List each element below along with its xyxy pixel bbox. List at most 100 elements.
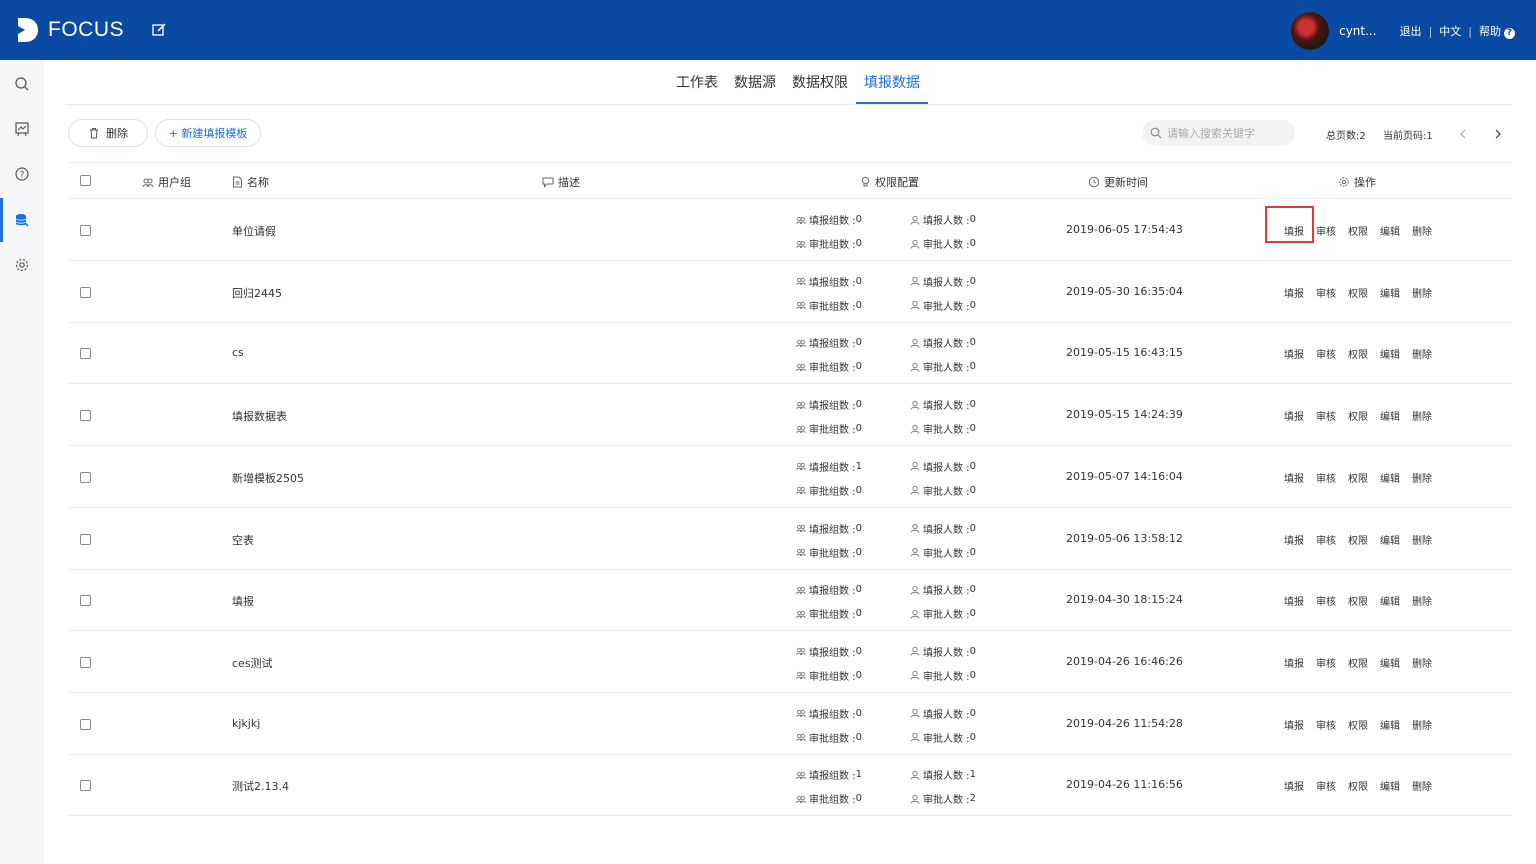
approve-groups: 审批组数 : 0 xyxy=(796,545,862,560)
fill-action-link[interactable]: 填报 xyxy=(1284,346,1304,361)
review-action-link[interactable]: 审核 xyxy=(1316,655,1336,670)
delete-action-link[interactable]: 删除 xyxy=(1412,778,1432,793)
permission-action-link[interactable]: 权限 xyxy=(1348,717,1368,732)
group-icon xyxy=(796,463,806,471)
prev-page-icon[interactable] xyxy=(1458,127,1468,141)
approve-people-label: 审批人数 : xyxy=(923,363,970,375)
edit-action-link[interactable]: 编辑 xyxy=(1380,223,1400,238)
review-action-link[interactable]: 审核 xyxy=(1316,223,1336,238)
fill-action-link[interactable]: 填报 xyxy=(1284,655,1304,670)
row-checkbox[interactable] xyxy=(80,286,91,298)
person-icon xyxy=(910,301,920,310)
row-checkbox[interactable] xyxy=(80,533,91,545)
tab-data-permission[interactable]: 数据权限 xyxy=(784,66,856,104)
review-action-link[interactable]: 审核 xyxy=(1316,778,1336,793)
review-action-link[interactable]: 审核 xyxy=(1316,408,1336,423)
fill-action-link[interactable]: 填报 xyxy=(1284,470,1304,485)
edit-action-link[interactable]: 编辑 xyxy=(1380,470,1400,485)
delete-action-link[interactable]: 删除 xyxy=(1412,532,1432,547)
fill-action-link[interactable]: 填报 xyxy=(1284,408,1304,423)
tab-datasource[interactable]: 数据源 xyxy=(726,66,784,104)
row-checkbox[interactable] xyxy=(80,718,91,730)
delete-action-link[interactable]: 删除 xyxy=(1412,655,1432,670)
person-icon xyxy=(910,486,920,495)
delete-button[interactable]: 删除 xyxy=(68,119,148,147)
edit-action-link[interactable]: 编辑 xyxy=(1380,346,1400,361)
delete-action-link[interactable]: 删除 xyxy=(1412,408,1432,423)
sidebar-item-dashboard[interactable] xyxy=(0,107,44,151)
tab-worksheet[interactable]: 工作表 xyxy=(668,66,726,104)
fill-people: 填报人数 : 0 xyxy=(910,212,976,227)
tab-fill-data[interactable]: 填报数据 xyxy=(856,66,928,104)
row-checkbox[interactable] xyxy=(80,225,91,236)
row-checkbox[interactable] xyxy=(80,348,91,360)
search-input[interactable] xyxy=(1167,126,1287,140)
next-page-icon[interactable] xyxy=(1493,127,1503,141)
avatar[interactable] xyxy=(1291,12,1330,50)
fill-action-link[interactable]: 填报 xyxy=(1284,532,1304,547)
total-pages: 总页数:2 xyxy=(1326,131,1366,142)
table-row: 填报数据表 填报组数 : 0 审批组数 : 0 填报人数 : 0 审批人数 : 0 201… xyxy=(68,384,1512,447)
comment-icon xyxy=(542,177,554,188)
sidebar-item-help[interactable]: ? xyxy=(0,152,44,196)
fill-action-link[interactable]: 填报 xyxy=(1284,717,1304,732)
delete-action-link[interactable]: 删除 xyxy=(1412,717,1432,732)
permission-action-link[interactable]: 权限 xyxy=(1348,470,1368,485)
sidebar-item-settings[interactable] xyxy=(0,243,44,287)
review-action-link[interactable]: 审核 xyxy=(1316,346,1336,361)
gear-icon xyxy=(15,258,29,272)
delete-action-link[interactable]: 删除 xyxy=(1412,346,1432,361)
permission-action-link[interactable]: 权限 xyxy=(1348,778,1368,793)
approve-groups: 审批组数 : 0 xyxy=(796,421,862,436)
review-action-link[interactable]: 审核 xyxy=(1316,717,1336,732)
row-checkbox[interactable] xyxy=(80,595,91,607)
review-action-link[interactable]: 审核 xyxy=(1316,285,1336,300)
edit-action-link[interactable]: 编辑 xyxy=(1380,655,1400,670)
row-checkbox[interactable] xyxy=(80,471,91,483)
logout-link[interactable]: 退出 xyxy=(1400,23,1422,39)
review-action-link[interactable]: 审核 xyxy=(1316,593,1336,608)
row-checkbox[interactable] xyxy=(80,780,91,792)
sidebar-item-data[interactable] xyxy=(0,198,44,242)
permission-action-link[interactable]: 权限 xyxy=(1348,532,1368,547)
delete-action-link[interactable]: 删除 xyxy=(1412,285,1432,300)
edit-action-link[interactable]: 编辑 xyxy=(1380,717,1400,732)
delete-action-link[interactable]: 删除 xyxy=(1412,593,1432,608)
edit-action-link[interactable]: 编辑 xyxy=(1380,593,1400,608)
language-link[interactable]: 中文 xyxy=(1439,23,1461,39)
approve-people: 审批人数 : 0 xyxy=(910,545,976,560)
review-action-link[interactable]: 审核 xyxy=(1316,470,1336,485)
permission-action-link[interactable]: 权限 xyxy=(1348,285,1368,300)
edit-action-link[interactable]: 编辑 xyxy=(1380,532,1400,547)
row-checkbox[interactable] xyxy=(80,410,91,422)
permission-action-link[interactable]: 权限 xyxy=(1348,593,1368,608)
edit-icon[interactable] xyxy=(151,22,167,38)
permission-action-link[interactable]: 权限 xyxy=(1348,655,1368,670)
username[interactable]: cynt... xyxy=(1339,24,1376,38)
fill-groups-value: 0 xyxy=(855,645,862,657)
fill-groups: 填报组数 : 0 xyxy=(796,335,862,350)
fill-groups-value: 0 xyxy=(855,275,862,287)
table-row: 新增模板2505 填报组数 : 1 审批组数 : 0 填报人数 : 0 审批人数 : 0… xyxy=(68,446,1512,508)
fill-action-link[interactable]: 填报 xyxy=(1284,778,1304,793)
approve-groups-label: 审批组数 : xyxy=(809,425,856,437)
edit-action-link[interactable]: 编辑 xyxy=(1380,408,1400,423)
logo[interactable]: FOCUS xyxy=(16,16,124,44)
delete-action-link[interactable]: 删除 xyxy=(1412,223,1432,238)
review-action-link[interactable]: 审核 xyxy=(1316,532,1336,547)
row-actions: 填报 审核 权限 编辑 删除 xyxy=(1284,346,1444,361)
delete-action-link[interactable]: 删除 xyxy=(1412,470,1432,485)
sidebar-item-search[interactable] xyxy=(0,62,44,106)
fill-action-link[interactable]: 填报 xyxy=(1284,593,1304,608)
edit-action-link[interactable]: 编辑 xyxy=(1380,285,1400,300)
fill-action-link[interactable]: 填报 xyxy=(1284,285,1304,300)
group-icon xyxy=(796,240,806,248)
row-checkbox[interactable] xyxy=(80,656,91,668)
permission-action-link[interactable]: 权限 xyxy=(1348,223,1368,238)
permission-action-link[interactable]: 权限 xyxy=(1348,346,1368,361)
edit-action-link[interactable]: 编辑 xyxy=(1380,778,1400,793)
select-all-checkbox[interactable] xyxy=(80,175,91,186)
permission-action-link[interactable]: 权限 xyxy=(1348,408,1368,423)
help-link[interactable]: 帮助? xyxy=(1479,23,1515,39)
new-template-button[interactable]: + 新建填报模板 xyxy=(155,119,261,147)
